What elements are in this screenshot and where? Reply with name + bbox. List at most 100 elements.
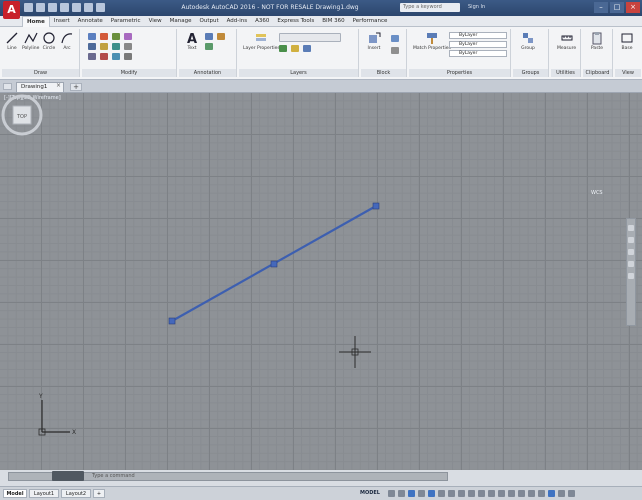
measure-tool[interactable]: Measure bbox=[557, 31, 576, 51]
match-properties-tool[interactable]: Match Properties bbox=[413, 31, 451, 51]
array-icon[interactable] bbox=[112, 53, 120, 60]
layer-dropdown[interactable] bbox=[279, 33, 341, 42]
close-tab-icon[interactable]: × bbox=[56, 82, 61, 89]
tab-view[interactable]: View bbox=[145, 16, 166, 27]
minimize-icon[interactable]: – bbox=[594, 2, 608, 13]
lineweight-dropdown[interactable]: ByLayer bbox=[449, 50, 507, 57]
text-tool[interactable]: A Text bbox=[185, 31, 199, 51]
start-menu-icon[interactable] bbox=[3, 83, 12, 90]
units-icon[interactable] bbox=[508, 490, 515, 497]
color-dropdown[interactable]: ByLayer bbox=[449, 32, 507, 39]
modify-panel-title[interactable]: Modify bbox=[82, 69, 176, 77]
tab-manage[interactable]: Manage bbox=[166, 16, 196, 27]
lineweight-toggle-icon[interactable] bbox=[448, 490, 455, 497]
tab-parametric[interactable]: Parametric bbox=[107, 16, 145, 27]
save-as-icon[interactable] bbox=[60, 3, 69, 12]
table-icon[interactable] bbox=[205, 43, 213, 50]
layer-lock-icon[interactable] bbox=[303, 45, 311, 52]
tab-a360[interactable]: A360 bbox=[251, 16, 273, 27]
tab-output[interactable]: Output bbox=[196, 16, 223, 27]
selection-cycling-icon[interactable] bbox=[468, 490, 475, 497]
command-input[interactable]: Type a command bbox=[92, 473, 312, 480]
transparency-toggle-icon[interactable] bbox=[458, 490, 465, 497]
new-tab-button[interactable]: + bbox=[70, 83, 82, 91]
tab-bim-360[interactable]: BIM 360 bbox=[318, 16, 348, 27]
pan-icon[interactable] bbox=[628, 237, 634, 243]
sign-in-button[interactable]: Sign In bbox=[468, 3, 524, 12]
base-tool[interactable]: Base bbox=[620, 31, 634, 51]
tab-express-tools[interactable]: Express Tools bbox=[273, 16, 318, 27]
tab-layout1[interactable]: Layout1 bbox=[29, 489, 59, 498]
rotate-icon[interactable] bbox=[100, 33, 108, 40]
drawing-area[interactable]: [-][Top][2D Wireframe] Y X TOP WCS bbox=[0, 93, 642, 470]
model-space-button[interactable]: MODEL bbox=[360, 489, 384, 498]
stretch-icon[interactable] bbox=[88, 53, 96, 60]
edit-block-icon[interactable] bbox=[391, 47, 399, 54]
quick-properties-icon[interactable] bbox=[518, 490, 525, 497]
redo-icon[interactable] bbox=[96, 3, 105, 12]
paste-tool[interactable]: Paste bbox=[590, 31, 604, 51]
polar-toggle-icon[interactable] bbox=[418, 490, 425, 497]
application-menu-button[interactable]: A bbox=[3, 1, 20, 19]
snap-toggle-icon[interactable] bbox=[398, 490, 405, 497]
polyline-tool[interactable]: Polyline bbox=[22, 31, 39, 51]
add-layout-button[interactable]: + bbox=[93, 489, 105, 498]
otrack-toggle-icon[interactable] bbox=[438, 490, 445, 497]
layer-on-icon[interactable] bbox=[279, 45, 287, 52]
insert-tool[interactable]: Insert bbox=[367, 31, 381, 51]
fillet-icon[interactable] bbox=[112, 43, 120, 50]
ortho-toggle-icon[interactable] bbox=[408, 490, 415, 497]
tab-annotate[interactable]: Annotate bbox=[74, 16, 107, 27]
annotation-monitor-icon[interactable] bbox=[498, 490, 505, 497]
annotation-scale-icon[interactable] bbox=[478, 490, 485, 497]
hardware-acceleration-icon[interactable] bbox=[548, 490, 555, 497]
group-tool[interactable]: Group bbox=[521, 31, 535, 51]
tab-layout2[interactable]: Layout2 bbox=[61, 489, 91, 498]
tab-add-ins[interactable]: Add-ins bbox=[223, 16, 252, 27]
open-icon[interactable] bbox=[36, 3, 45, 12]
close-icon[interactable]: × bbox=[626, 2, 640, 13]
properties-panel-title[interactable]: Properties bbox=[409, 69, 510, 77]
extend-icon[interactable] bbox=[124, 33, 132, 40]
osnap-toggle-icon[interactable] bbox=[428, 490, 435, 497]
help-search-input[interactable]: Type a keyword bbox=[400, 3, 460, 12]
command-line-controls[interactable] bbox=[52, 471, 84, 481]
clipboard-panel-title[interactable]: Clipboard bbox=[583, 69, 612, 77]
dimension-icon[interactable] bbox=[205, 33, 213, 40]
customization-icon[interactable] bbox=[568, 490, 575, 497]
block-panel-title[interactable]: Block bbox=[361, 69, 406, 77]
tab-model[interactable]: Model bbox=[3, 489, 27, 498]
arc-tool[interactable]: Arc bbox=[60, 31, 74, 51]
viewcube-icon[interactable]: TOP bbox=[0, 93, 44, 137]
tab-insert[interactable]: Insert bbox=[50, 16, 74, 27]
offset-icon[interactable] bbox=[124, 53, 132, 60]
isolate-objects-icon[interactable] bbox=[538, 490, 545, 497]
lock-ui-icon[interactable] bbox=[528, 490, 535, 497]
trim-icon[interactable] bbox=[112, 33, 120, 40]
layer-properties-tool[interactable]: Layer Properties bbox=[243, 31, 280, 51]
leader-icon[interactable] bbox=[217, 33, 225, 40]
clean-screen-icon[interactable] bbox=[558, 490, 565, 497]
annotation-panel-title[interactable]: Annotation bbox=[179, 69, 236, 77]
layers-panel-title[interactable]: Layers bbox=[239, 69, 358, 77]
workspace-icon[interactable] bbox=[488, 490, 495, 497]
scale-icon[interactable] bbox=[100, 53, 108, 60]
create-block-icon[interactable] bbox=[391, 35, 399, 42]
grip-start[interactable] bbox=[168, 317, 176, 325]
grip-end[interactable] bbox=[372, 202, 380, 210]
line-tool[interactable]: Line bbox=[5, 31, 19, 51]
tab-performance[interactable]: Performance bbox=[349, 16, 392, 27]
save-icon[interactable] bbox=[48, 3, 57, 12]
steering-wheel-icon[interactable] bbox=[628, 225, 634, 231]
grip-midpoint[interactable] bbox=[270, 260, 278, 268]
utilities-panel-title[interactable]: Utilities bbox=[551, 69, 580, 77]
zoom-icon[interactable] bbox=[628, 249, 634, 255]
linetype-dropdown[interactable]: ByLayer bbox=[449, 41, 507, 48]
orbit-icon[interactable] bbox=[628, 261, 634, 267]
plot-icon[interactable] bbox=[72, 3, 81, 12]
explode-icon[interactable] bbox=[124, 43, 132, 50]
tab-home[interactable]: Home bbox=[22, 16, 50, 27]
mirror-icon[interactable] bbox=[100, 43, 108, 50]
draw-panel-title[interactable]: Draw bbox=[2, 69, 79, 77]
wcs-label[interactable]: WCS bbox=[591, 190, 603, 196]
